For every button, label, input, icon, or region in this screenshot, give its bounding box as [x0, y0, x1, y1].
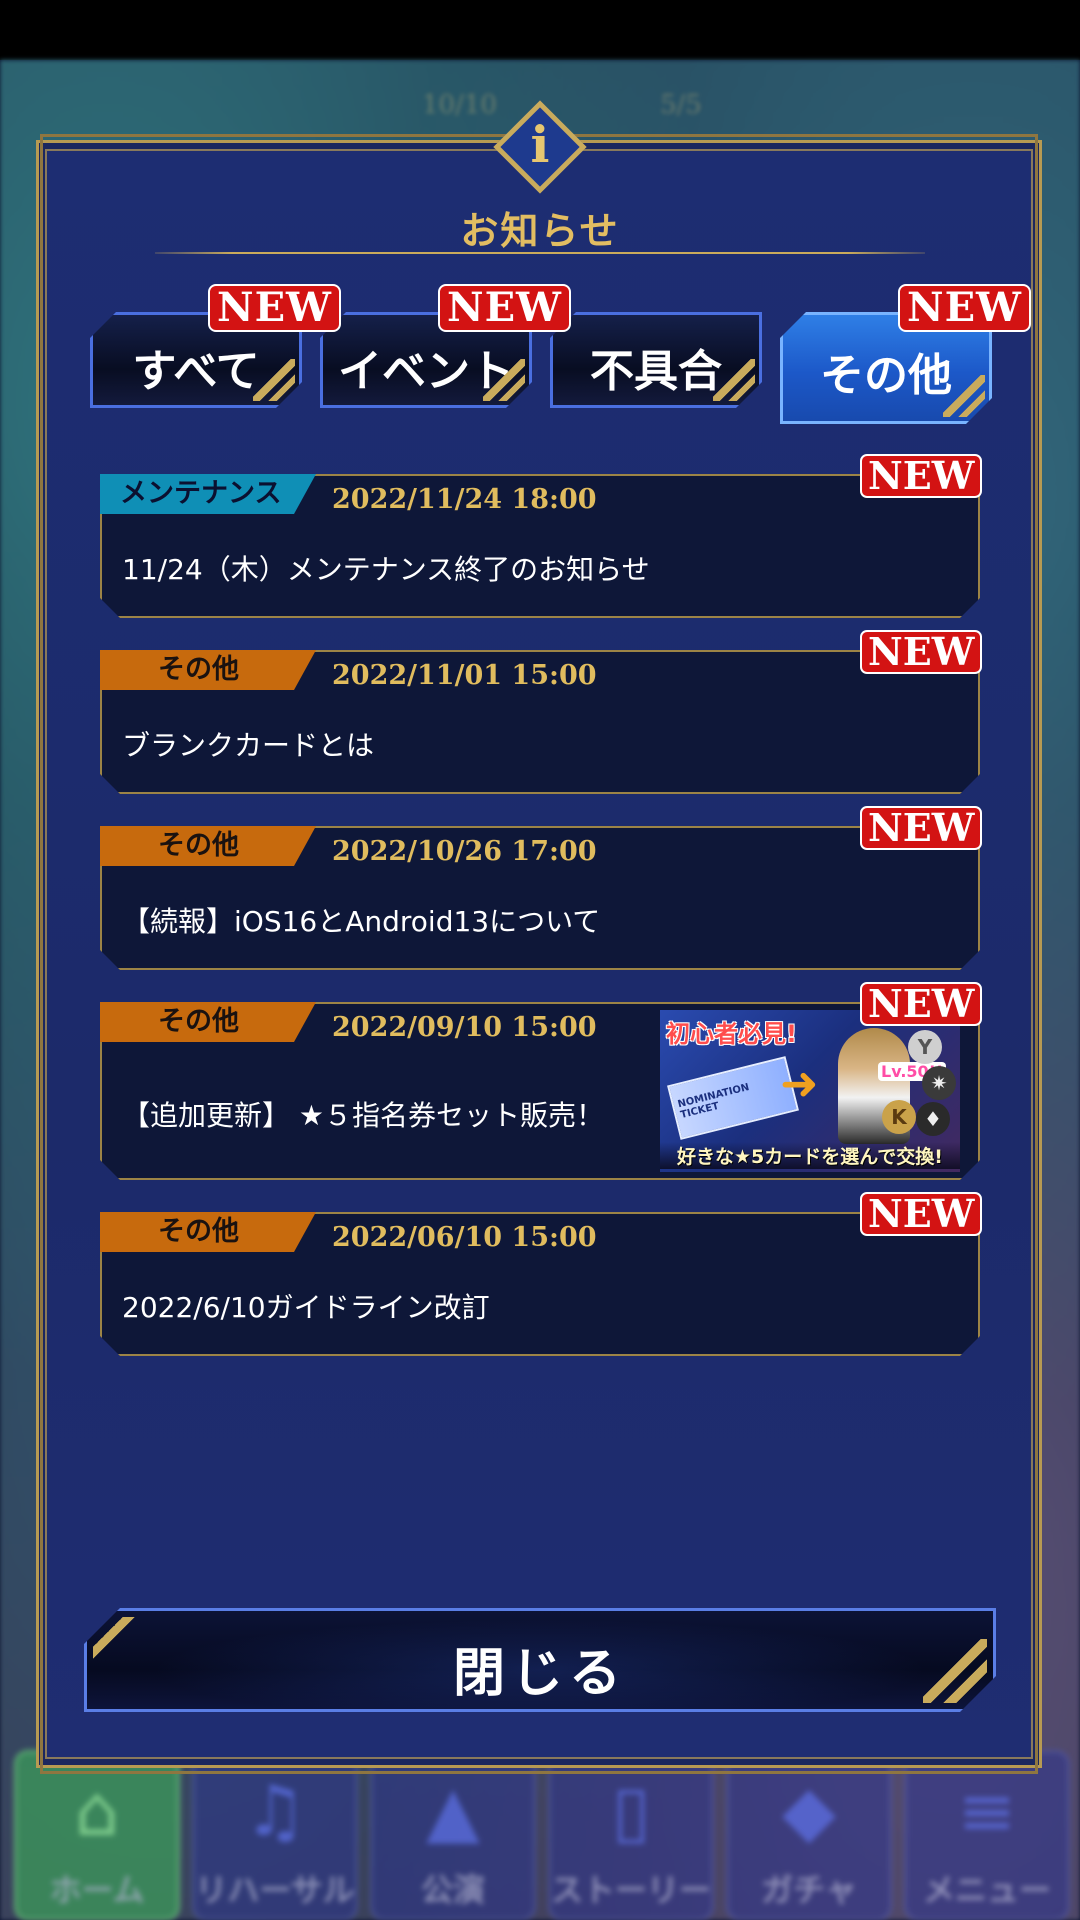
banner-headline: 初心者必見!: [666, 1020, 797, 1048]
rehearsal-icon: ♫: [243, 1770, 307, 1852]
medal-icon: Y: [908, 1030, 942, 1064]
tab-stripe: [713, 359, 755, 401]
ticket-counter: 5/5: [660, 90, 702, 120]
notice-new-badge: NEW: [860, 806, 983, 850]
nav-label: ストーリー: [550, 1871, 711, 1909]
notice-title: 2022/6/10ガイドライン改訂: [122, 1291, 490, 1324]
notice-date: 2022/11/01 15:00: [332, 660, 597, 691]
home-icon: ⌂: [74, 1770, 120, 1852]
nav-item-story[interactable]: ▯ ストーリー: [548, 1750, 714, 1920]
info-icon: i: [490, 97, 590, 197]
notice-title: ブランクカードとは: [122, 729, 375, 762]
title-divider: [155, 252, 925, 254]
bottom-nav: ⌂ ホーム ♫ リハーサル ▲ 公演 ▯ ストーリー ◆ ガチャ ≡ メニュー: [0, 1745, 1080, 1920]
notice-new-badge: NEW: [860, 982, 983, 1026]
ticket-text: NOMINATION TICKET: [676, 1081, 751, 1122]
notice-new-badge: NEW: [860, 454, 983, 498]
book-icon: ▯: [611, 1770, 651, 1852]
arrow-icon: ➜: [780, 1056, 819, 1110]
tab-new-badge: NEW: [898, 284, 1031, 332]
stamina-counter: 10/10: [422, 90, 497, 120]
info-letter: i: [530, 115, 550, 174]
nav-label: メニュー: [922, 1871, 1051, 1909]
notice-banner-image: 初心者必見! NOMINATION TICKET ➜ Lv.50!! Y ✷ K…: [660, 1010, 960, 1172]
tab-stripe: [483, 359, 525, 401]
tab-stripe: [943, 375, 985, 417]
banner-caption: 好きな★5カードを選んで交換!: [660, 1142, 960, 1169]
tab-stripe: [253, 359, 295, 401]
category-tag: その他: [100, 1002, 316, 1042]
nav-label: ガチャ: [761, 1871, 857, 1909]
category-tag: メンテナンス: [100, 474, 316, 514]
tab-bug[interactable]: 不具合: [550, 312, 762, 408]
screen: 10/10 5/5 ⌂ ホーム ♫ リハーサル ▲ 公演 ▯ ストーリー ◆ ガ…: [0, 0, 1080, 1920]
medal-icon: K: [882, 1100, 916, 1134]
nav-item-stage[interactable]: ▲ 公演: [370, 1750, 536, 1920]
notice-date: 2022/11/24 18:00: [332, 484, 597, 515]
notice-date: 2022/10/26 17:00: [332, 836, 597, 867]
category-tag: その他: [100, 1212, 316, 1252]
nav-label: 公演: [420, 1871, 485, 1909]
medal-icon: ✷: [922, 1066, 956, 1100]
tab-new-badge: NEW: [208, 284, 341, 332]
nav-item-home[interactable]: ⌂ ホーム: [14, 1750, 180, 1920]
category-tag: その他: [100, 826, 316, 866]
close-button[interactable]: 閉じる: [84, 1608, 996, 1712]
nav-item-rehearsal[interactable]: ♫ リハーサル: [192, 1750, 358, 1920]
notice-new-badge: NEW: [860, 630, 983, 674]
close-button-label: 閉じる: [452, 1643, 627, 1704]
notice-date: 2022/06/10 15:00: [332, 1222, 597, 1253]
stage-icon: ▲: [426, 1770, 480, 1852]
menu-icon: ≡: [957, 1770, 1017, 1852]
notice-date: 2022/09/10 15:00: [332, 1012, 597, 1043]
nav-item-gacha[interactable]: ◆ ガチャ: [726, 1750, 892, 1920]
nav-label: リハーサル: [195, 1871, 355, 1909]
tab-new-badge: NEW: [438, 284, 571, 332]
notice-title: 11/24（木）メンテナンス終了のお知らせ: [122, 553, 650, 586]
notice-title: 【続報】iOS16とAndroid13について: [122, 905, 601, 938]
dialog-title: お知らせ: [460, 208, 620, 253]
notice-title: 【追加更新】 ★５指名券セット販売！: [122, 1099, 605, 1132]
button-stripe: [923, 1639, 987, 1703]
gem-icon: ◆: [782, 1770, 836, 1852]
notice-new-badge: NEW: [860, 1192, 983, 1236]
status-bar: [0, 0, 1080, 60]
nav-label: ホーム: [49, 1871, 145, 1909]
nav-item-menu[interactable]: ≡ メニュー: [904, 1750, 1070, 1920]
category-tag: その他: [100, 650, 316, 690]
medal-icon: ♦: [916, 1102, 950, 1136]
